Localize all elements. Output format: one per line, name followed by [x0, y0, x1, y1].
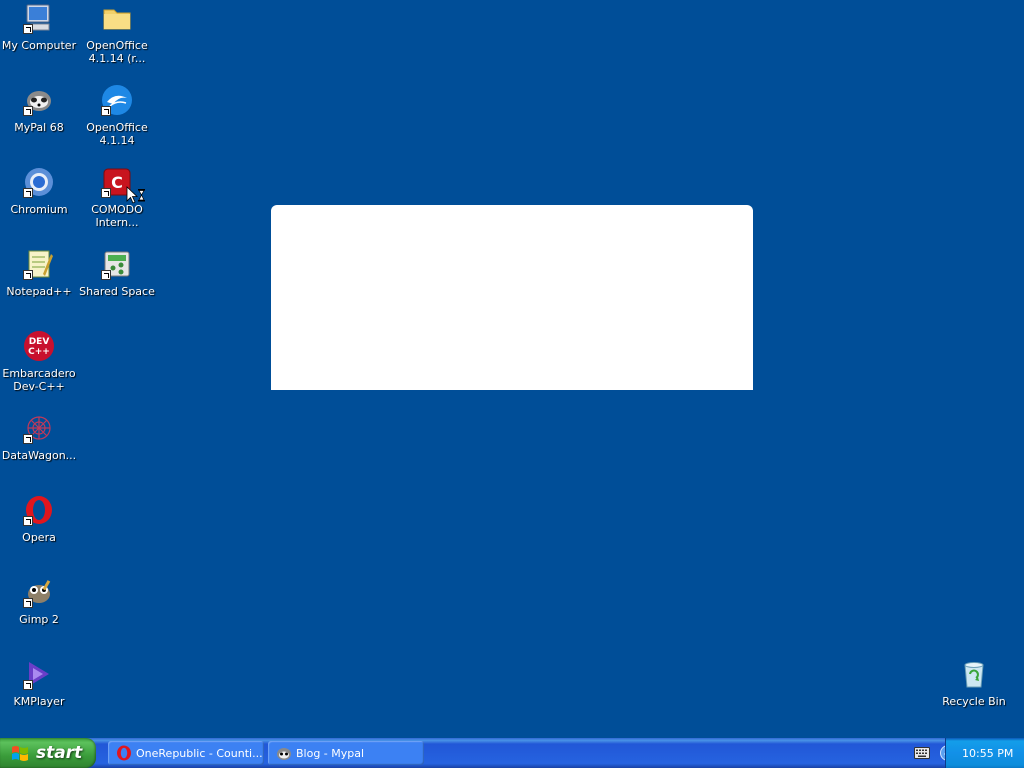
recycle-bin-icon: [958, 658, 990, 690]
desktop-icon-label: Gimp 2: [19, 613, 59, 626]
desktop-icon-notepadpp[interactable]: Notepad++: [0, 248, 78, 298]
desktop-icon-label: Chromium: [10, 203, 68, 216]
computer-icon: [23, 2, 55, 34]
desktop-icon-openoffice-folder[interactable]: OpenOffice 4.1.14 (r...: [78, 2, 156, 65]
desktop-icon-label: OpenOffice 4.1.14: [86, 121, 148, 147]
taskbar: start OneRepublic - Counti... Blog - Myp…: [0, 738, 1024, 768]
openoffice-icon: [101, 84, 133, 116]
svg-text:C: C: [111, 173, 123, 192]
desktop-icon-datawagon[interactable]: DataWagon...: [0, 412, 78, 462]
desktop-icon-label: Recycle Bin: [942, 695, 1006, 708]
desktop-icon-openoffice[interactable]: OpenOffice 4.1.14: [78, 84, 156, 147]
folder-icon: [101, 2, 133, 34]
desktop-icon-devcpp[interactable]: DEV C++ Embarcadero Dev-C++: [0, 330, 78, 393]
desktop-icon-opera[interactable]: Opera: [0, 494, 78, 544]
windows-logo-icon: [12, 746, 28, 761]
taskbar-button-label: OneRepublic - Counti...: [136, 746, 263, 760]
desktop-icon-label: KMPlayer: [13, 695, 65, 708]
mypal-icon: [23, 84, 55, 116]
desktop-icon-recycle-bin[interactable]: Recycle Bin: [935, 658, 1013, 708]
desktop-icon-label: Embarcadero Dev-C++: [2, 367, 76, 393]
chromium-icon: [23, 166, 55, 198]
desktop-icon-label: My Computer: [1, 39, 77, 52]
devcpp-icon: DEV C++: [23, 330, 55, 362]
opera-icon: [23, 494, 55, 526]
desktop-icon-label: Shared Space: [79, 285, 155, 298]
desktop-icon-label: OpenOffice 4.1.14 (r...: [86, 39, 148, 65]
desktop-icon-chromium[interactable]: Chromium: [0, 166, 78, 216]
desktop-icon-mypal[interactable]: MyPal 68: [0, 84, 78, 134]
taskbar-button-label: Blog - Mypal: [296, 746, 365, 760]
desktop-icon-shared-space[interactable]: Shared Space: [78, 248, 156, 298]
opera-icon: [117, 745, 131, 761]
svg-text:DEV: DEV: [29, 337, 50, 347]
system-tray: 10:55 PM: [945, 738, 1024, 768]
desktop-icon-label: DataWagon...: [1, 449, 77, 462]
desktop-icon-label: Notepad++: [6, 285, 72, 298]
busy-cursor-icon: [126, 186, 148, 208]
svg-text:C++: C++: [28, 347, 50, 357]
clock[interactable]: 10:55 PM: [962, 747, 1013, 760]
taskbar-button-opera[interactable]: OneRepublic - Counti...: [108, 741, 264, 765]
desktop-icon-gimp[interactable]: Gimp 2: [0, 576, 78, 626]
start-button[interactable]: start: [0, 738, 96, 768]
desktop-icon-my-computer[interactable]: My Computer: [0, 2, 78, 52]
desktop-icon-label: Opera: [22, 531, 56, 544]
blank-window[interactable]: [271, 205, 753, 390]
shared-space-icon: [101, 248, 133, 280]
keyboard-icon[interactable]: [914, 747, 930, 759]
taskbar-button-mypal[interactable]: Blog - Mypal: [268, 741, 424, 765]
datawagon-icon: [23, 412, 55, 444]
kmplayer-icon: [23, 658, 55, 690]
start-label: start: [36, 743, 83, 763]
gimp-icon: [23, 576, 55, 608]
notepadpp-icon: [23, 248, 55, 280]
mypal-icon: [277, 748, 291, 760]
desktop-icon-kmplayer[interactable]: KMPlayer: [0, 658, 78, 708]
desktop-icon-label: MyPal 68: [14, 121, 64, 134]
